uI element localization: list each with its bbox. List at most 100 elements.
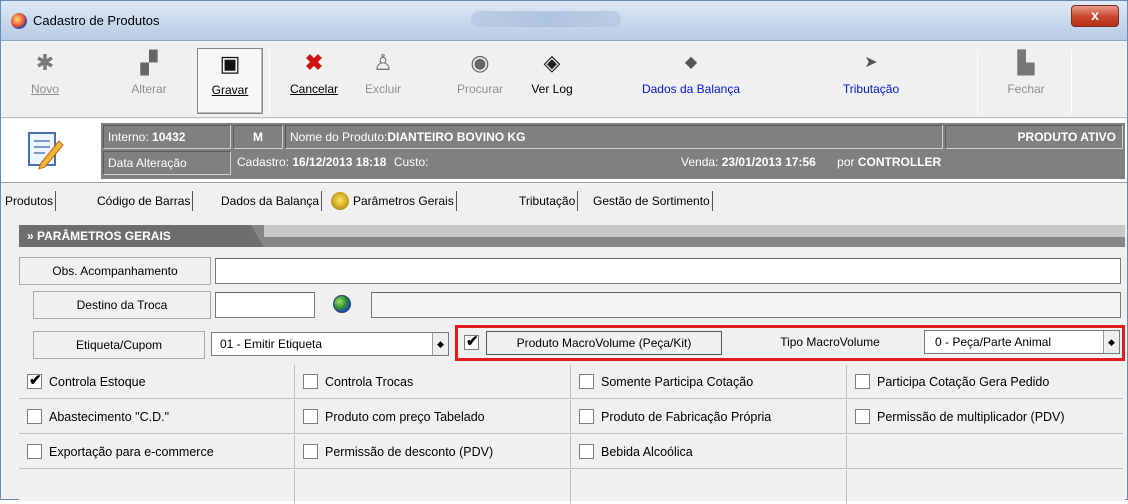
m-field: M xyxy=(233,125,283,149)
nome-produto-field: Nome do Produto:DIANTEIRO BOVINO KG xyxy=(285,125,943,149)
controla-estoque-option[interactable]: Controla Estoque xyxy=(19,365,295,399)
preco-tabelado-checkbox[interactable] xyxy=(303,409,318,424)
gravar-button[interactable]: ▣ Gravar xyxy=(197,48,263,114)
controla-trocas-checkbox[interactable] xyxy=(303,374,318,389)
controla-estoque-label: Controla Estoque xyxy=(49,375,146,389)
exportacao-ecommerce-label: Exportação para e-commerce xyxy=(49,445,214,459)
tipo-macrovolume-select[interactable]: 0 - Peça/Parte Animal ◆ xyxy=(924,330,1120,354)
excluir-button[interactable]: ♙ Excluir xyxy=(353,48,413,114)
etiqueta-cupom-value: 01 - Emitir Etiqueta xyxy=(220,337,323,351)
fabricacao-propria-option[interactable]: Produto de Fabricação Própria xyxy=(571,400,847,434)
etiqueta-cupom-select[interactable]: 01 - Emitir Etiqueta ◆ xyxy=(211,332,449,356)
empty-cell xyxy=(295,470,571,504)
title-bar: Cadastro de Produtos x xyxy=(1,1,1127,41)
alterar-button[interactable]: ▞ Alterar xyxy=(119,48,179,114)
cancelar-label: Cancelar xyxy=(289,82,339,96)
macrovolume-label: Produto MacroVolume (Peça/Kit) xyxy=(486,331,722,355)
abastecimento-cd-label: Abastecimento "C.D." xyxy=(49,410,170,424)
toolbar-separator xyxy=(977,50,978,114)
destino-troca-label: Destino da Troca xyxy=(33,291,211,319)
destino-troca-description xyxy=(371,292,1121,318)
abastecimento-cd-option[interactable]: Abastecimento "C.D." xyxy=(19,400,295,434)
controla-estoque-checkbox[interactable] xyxy=(27,371,42,389)
venda-label: Venda: xyxy=(681,155,719,169)
por-label: por xyxy=(837,155,855,169)
bebida-alcoolica-checkbox[interactable] xyxy=(579,444,594,459)
exportacao-ecommerce-checkbox[interactable] xyxy=(27,444,42,459)
tributacao-button[interactable]: ➤ Tributação xyxy=(821,48,921,114)
globe-search-icon[interactable] xyxy=(333,295,351,313)
interno-value: 10432 xyxy=(152,130,186,144)
multiplicador-pdv-option[interactable]: Permissão de multiplicador (PDV) xyxy=(847,400,1123,434)
macrovolume-checkbox[interactable] xyxy=(464,332,479,350)
cadastro-value: 16/12/2013 18:18 xyxy=(292,155,387,169)
dados-balanca-label: Dados da Balança xyxy=(641,82,741,96)
fechar-button[interactable]: ▙ Fechar xyxy=(991,48,1061,114)
save-icon: ▣ xyxy=(219,51,241,76)
exportacao-ecommerce-option[interactable]: Exportação para e-commerce xyxy=(19,435,295,469)
main-window: Cadastro de Produtos x ✱ Novo ▞ Alterar … xyxy=(0,0,1128,504)
gravar-label: Gravar xyxy=(211,83,249,97)
tipo-macrovolume-label: Tipo MacroVolume xyxy=(742,331,918,355)
window-title: Cadastro de Produtos xyxy=(33,13,160,28)
empty-cell xyxy=(19,470,295,504)
tributacao-label: Tributação xyxy=(842,82,900,96)
tab-parametros-gerais[interactable]: Parâmetros Gerais xyxy=(329,191,457,211)
tab-gestao-sortimento[interactable]: Gestão de Sortimento xyxy=(591,191,713,211)
search-icon: ◉ xyxy=(470,50,490,75)
delete-icon: ♙ xyxy=(373,50,393,75)
multiplicador-pdv-checkbox[interactable] xyxy=(855,409,870,424)
cotacao-gera-pedido-checkbox[interactable] xyxy=(855,374,870,389)
product-info-band: Interno: 10432 M Nome do Produto:DIANTEI… xyxy=(1,119,1127,183)
controla-trocas-label: Controla Trocas xyxy=(325,375,414,389)
select-arrow-icon: ◆ xyxy=(432,333,448,355)
app-icon xyxy=(11,13,27,29)
bebida-alcoolica-option[interactable]: Bebida Alcoólica xyxy=(571,435,847,469)
status-field: PRODUTO ATIVO xyxy=(945,125,1123,149)
venda-group: Venda: 23/01/2013 17:56 por CONTROLLER xyxy=(681,151,941,173)
log-icon: ◈ xyxy=(543,50,561,75)
somente-cotacao-checkbox[interactable] xyxy=(579,374,594,389)
fabricacao-propria-checkbox[interactable] xyxy=(579,409,594,424)
section-header: » PARÂMETROS GERAIS xyxy=(19,225,1125,247)
cotacao-gera-pedido-option[interactable]: Participa Cotação Gera Pedido xyxy=(847,365,1123,399)
verlog-label: Ver Log xyxy=(531,82,573,96)
tab-dados-balanca[interactable]: Dados da Balança xyxy=(219,191,323,211)
controla-trocas-option[interactable]: Controla Trocas xyxy=(295,365,571,399)
cancel-icon: ✖ xyxy=(304,50,324,75)
desconto-pdv-option[interactable]: Permissão de desconto (PDV) xyxy=(295,435,571,469)
destino-troca-input[interactable] xyxy=(215,292,315,318)
somente-cotacao-label: Somente Participa Cotação xyxy=(601,375,754,389)
fechar-label: Fechar xyxy=(1007,82,1045,96)
cancelar-button[interactable]: ✖ Cancelar xyxy=(281,48,347,114)
tab-tributacao[interactable]: Tributação xyxy=(517,191,579,211)
close-window-button[interactable]: x xyxy=(1071,5,1119,27)
tab-produtos[interactable]: Produtos xyxy=(3,191,57,211)
tab-codigo-barras[interactable]: Código de Barras xyxy=(95,191,194,211)
verlog-button[interactable]: ◈ Ver Log xyxy=(519,48,585,114)
nome-label: Nome do Produto: xyxy=(290,130,388,144)
select-arrow-icon: ◆ xyxy=(1103,331,1119,353)
empty-cell xyxy=(571,470,847,504)
tab-parametros-label: Parâmetros Gerais xyxy=(353,194,454,208)
nome-value: DIANTEIRO BOVINO KG xyxy=(387,130,526,144)
abastecimento-cd-checkbox[interactable] xyxy=(27,409,42,424)
alterar-label: Alterar xyxy=(131,82,167,96)
novo-button[interactable]: ✱ Novo xyxy=(15,48,75,114)
parametros-form: Obs. Acompanhamento Destino da Troca Eti… xyxy=(19,249,1125,504)
tab-bar: Produtos Código de Barras Dados da Balan… xyxy=(1,183,1127,219)
obs-acompanhamento-input[interactable] xyxy=(215,258,1121,284)
desconto-pdv-checkbox[interactable] xyxy=(303,444,318,459)
checkbox-row-1: Controla Estoque Controla Trocas Somente… xyxy=(19,365,1123,399)
dados-balanca-button[interactable]: ◆ Dados da Balança xyxy=(621,48,761,114)
preco-tabelado-option[interactable]: Produto com preço Tabelado xyxy=(295,400,571,434)
procurar-button[interactable]: ◉ Procurar xyxy=(445,48,515,114)
section-header-stripe xyxy=(264,225,1125,237)
preco-tabelado-label: Produto com preço Tabelado xyxy=(325,410,485,424)
edit-icon: ▞ xyxy=(140,50,158,75)
procurar-label: Procurar xyxy=(456,82,503,96)
data-alteracao-field: Data Alteração xyxy=(103,151,231,175)
novo-label: Novo xyxy=(30,82,59,96)
somente-cotacao-option[interactable]: Somente Participa Cotação xyxy=(571,365,847,399)
excluir-label: Excluir xyxy=(364,82,401,96)
